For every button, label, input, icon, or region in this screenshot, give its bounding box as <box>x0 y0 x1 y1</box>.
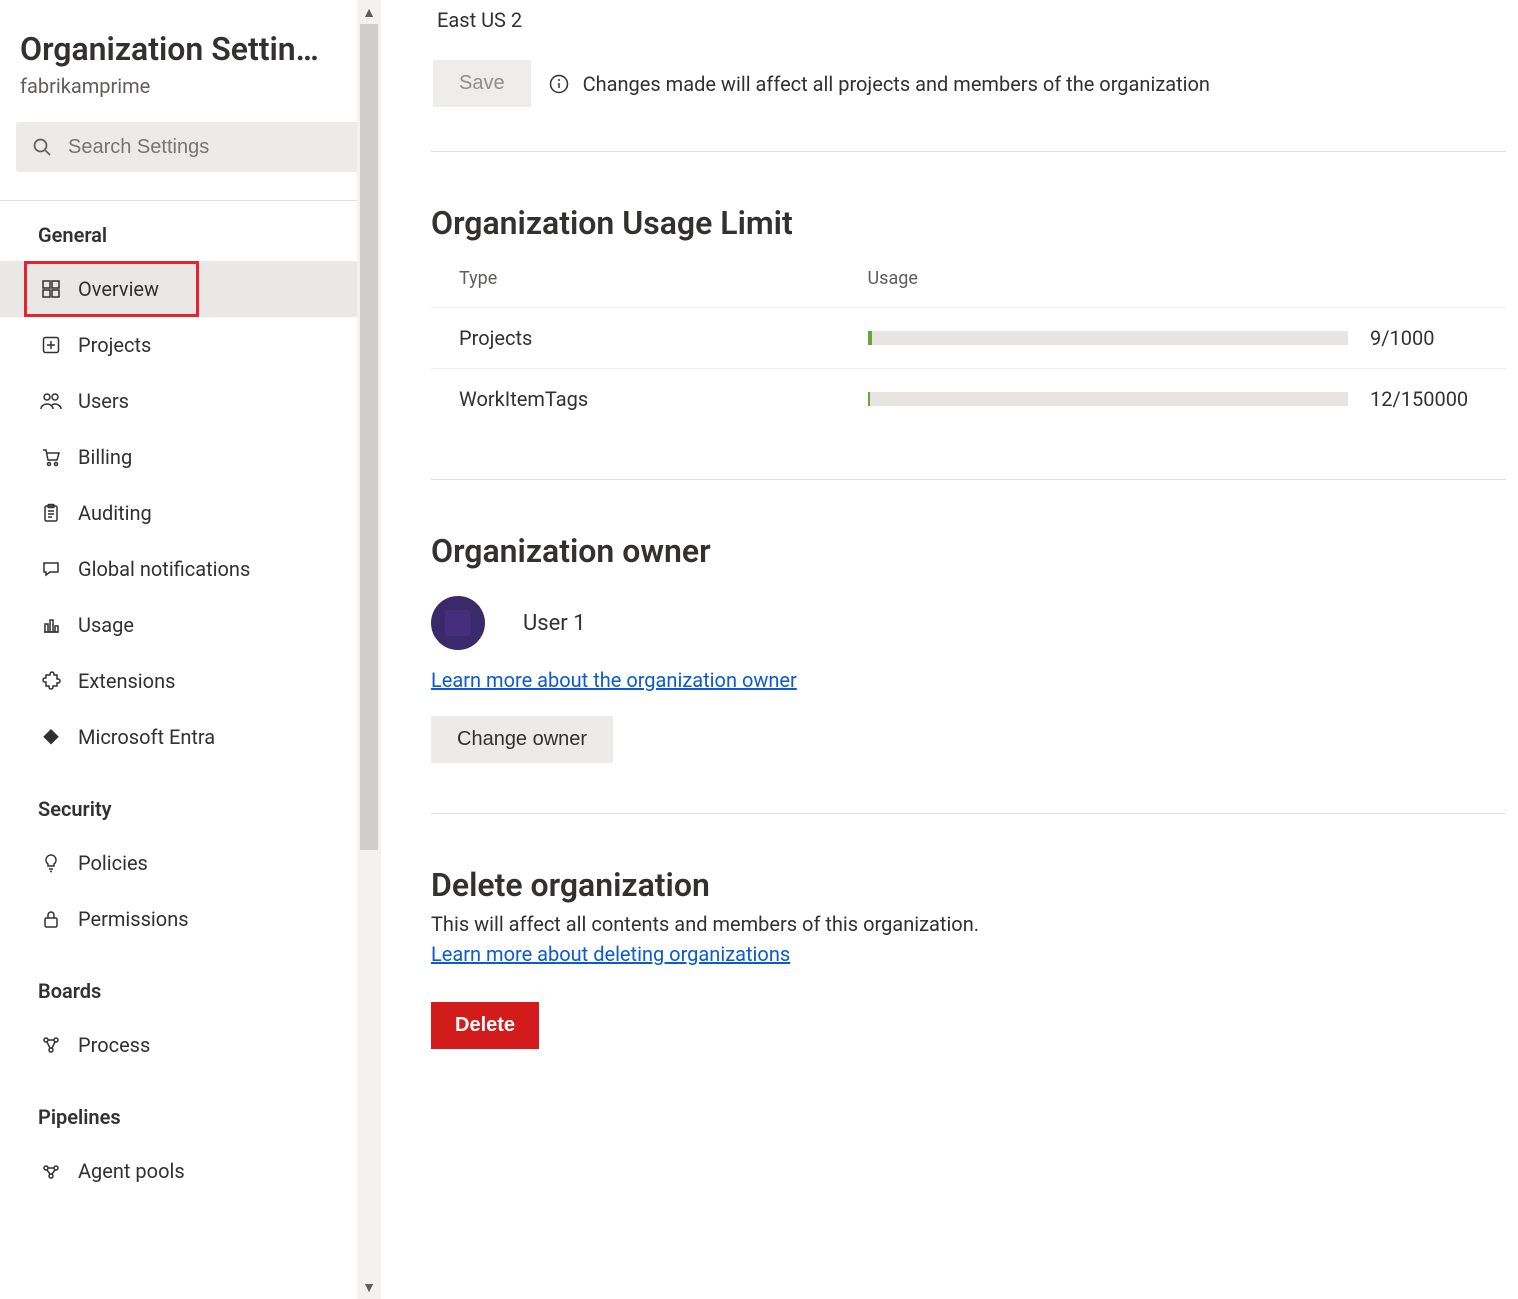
usage-col-type: Type <box>431 268 840 308</box>
grid-icon <box>38 279 64 299</box>
nav-item-users[interactable]: Users <box>0 373 381 429</box>
usage-value-cell: 12/150000 <box>840 369 1507 430</box>
owner-learn-more-link[interactable]: Learn more about the organization owner <box>431 668 797 692</box>
change-owner-button[interactable]: Change owner <box>431 716 613 763</box>
pools-icon <box>38 1161 64 1181</box>
save-note-text: Changes made will affect all projects an… <box>583 72 1210 96</box>
search-settings-input[interactable] <box>66 135 349 160</box>
sidebar-title: Organization Settin… <box>20 30 361 68</box>
scroll-up-icon[interactable]: ▲ <box>357 0 381 24</box>
usage-type: WorkItemTags <box>431 369 840 430</box>
puzzle-icon <box>38 671 64 691</box>
nav-item-projects[interactable]: Projects <box>0 317 381 373</box>
usage-row: Projects 9/1000 <box>431 308 1506 369</box>
usage-table: Type Usage Projects 9/1000 WorkItemTags 12/… <box>431 268 1506 429</box>
chat-icon <box>38 559 64 579</box>
scroll-thumb[interactable] <box>360 24 378 850</box>
search-settings-box[interactable] <box>16 122 365 172</box>
nav-item-label: Overview <box>78 277 159 301</box>
owner-avatar <box>431 596 485 650</box>
save-note-row: Changes made will affect all projects an… <box>549 72 1210 96</box>
delete-blurb: This will affect all contents and member… <box>431 912 1506 936</box>
sidebar-subtitle: fabrikamprime <box>20 74 361 98</box>
section-divider <box>431 479 1506 480</box>
nav-item-policies[interactable]: Policies <box>0 835 381 891</box>
nav-item-permissions[interactable]: Permissions <box>0 891 381 947</box>
delete-learn-more-link[interactable]: Learn more about deleting organizations <box>431 942 790 966</box>
section-divider <box>431 151 1506 152</box>
main-content: East US 2 Save Changes made will affect … <box>381 0 1518 1299</box>
usage-bar-fill <box>868 392 871 406</box>
owner-heading: Organization owner <box>431 532 1506 570</box>
nav-item-extensions[interactable]: Extensions <box>0 653 381 709</box>
nav-item-label: Users <box>78 389 129 413</box>
nav-item-billing[interactable]: Billing <box>0 429 381 485</box>
diamond-icon <box>38 727 64 747</box>
nav-item-label: Billing <box>78 445 132 469</box>
nav-item-global-notifications[interactable]: Global notifications <box>0 541 381 597</box>
search-icon <box>32 137 52 157</box>
nav-item-label: Usage <box>78 613 134 637</box>
nav-item-label: Permissions <box>78 907 189 931</box>
nav-item-usage[interactable]: Usage <box>0 597 381 653</box>
nav-item-label: Auditing <box>78 501 152 525</box>
nav-item-agent-pools[interactable]: Agent pools <box>0 1143 381 1199</box>
nav-item-label: Policies <box>78 851 148 875</box>
cart-icon <box>38 447 64 467</box>
lock-icon <box>38 909 64 929</box>
usage-bar <box>868 392 1349 406</box>
save-button: Save <box>433 60 531 107</box>
users-icon <box>38 391 64 411</box>
clipboard-icon <box>38 503 64 523</box>
nav-group-label: Pipelines <box>0 1105 381 1129</box>
sidebar: Organization Settin… fabrikamprime Gener… <box>0 0 381 1299</box>
usage-heading: Organization Usage Limit <box>431 204 1506 242</box>
usage-col-usage: Usage <box>840 268 1507 308</box>
nav-item-overview[interactable]: Overview <box>0 261 381 317</box>
nav-item-label: Agent pools <box>78 1159 185 1183</box>
usage-type: Projects <box>431 308 840 369</box>
bulb-icon <box>38 853 64 873</box>
nav-item-label: Process <box>78 1033 150 1057</box>
nav-item-label: Extensions <box>78 669 175 693</box>
scroll-track[interactable] <box>357 24 381 1275</box>
usage-display: 9/1000 <box>1370 326 1490 350</box>
nav-item-label: Microsoft Entra <box>78 725 215 749</box>
nav-item-process[interactable]: Process <box>0 1017 381 1073</box>
usage-value-cell: 9/1000 <box>840 308 1507 369</box>
usage-display: 12/150000 <box>1370 387 1490 411</box>
nav-item-auditing[interactable]: Auditing <box>0 485 381 541</box>
nav-item-microsoft-entra[interactable]: Microsoft Entra <box>0 709 381 765</box>
info-icon <box>549 74 569 94</box>
usage-bar <box>868 331 1349 345</box>
sidebar-divider <box>0 200 381 201</box>
nav-item-label: Global notifications <box>78 557 250 581</box>
owner-name: User 1 <box>523 611 586 636</box>
delete-button[interactable]: Delete <box>431 1002 539 1049</box>
usage-bar-fill <box>868 331 872 345</box>
nav-group-label: General <box>0 223 381 247</box>
region-label: East US 2 <box>437 8 1506 32</box>
nav-item-label: Projects <box>78 333 151 357</box>
process-icon <box>38 1035 64 1055</box>
scroll-down-icon[interactable]: ▼ <box>357 1275 381 1299</box>
delete-heading: Delete organization <box>431 866 1506 904</box>
sidebar-scrollbar[interactable]: ▲ ▼ <box>357 0 381 1299</box>
nav-group-label: Security <box>0 797 381 821</box>
usage-row: WorkItemTags 12/150000 <box>431 369 1506 430</box>
chart-icon <box>38 615 64 635</box>
section-divider <box>431 813 1506 814</box>
plus-box-icon <box>38 335 64 355</box>
nav-group-label: Boards <box>0 979 381 1003</box>
